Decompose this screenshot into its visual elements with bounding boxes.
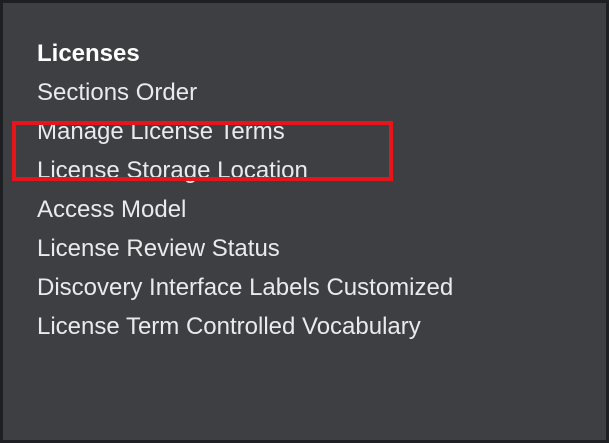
menu-item-access-model[interactable]: Access Model bbox=[37, 190, 453, 229]
menu-item-license-storage-location[interactable]: License Storage Location bbox=[37, 151, 453, 190]
menu-item-license-review-status[interactable]: License Review Status bbox=[37, 229, 453, 268]
menu-item-license-term-controlled-vocabulary[interactable]: License Term Controlled Vocabulary bbox=[37, 307, 453, 346]
licenses-menu-panel: Licenses Sections Order Manage License T… bbox=[0, 0, 609, 443]
menu-item-sections-order[interactable]: Sections Order bbox=[37, 73, 453, 112]
menu-heading-licenses: Licenses bbox=[37, 40, 140, 67]
menu-item-discovery-interface-labels-customized[interactable]: Discovery Interface Labels Customized bbox=[37, 268, 453, 307]
menu-item-manage-license-terms[interactable]: Manage License Terms bbox=[37, 112, 453, 151]
licenses-menu-list: Licenses Sections Order Manage License T… bbox=[37, 34, 453, 346]
